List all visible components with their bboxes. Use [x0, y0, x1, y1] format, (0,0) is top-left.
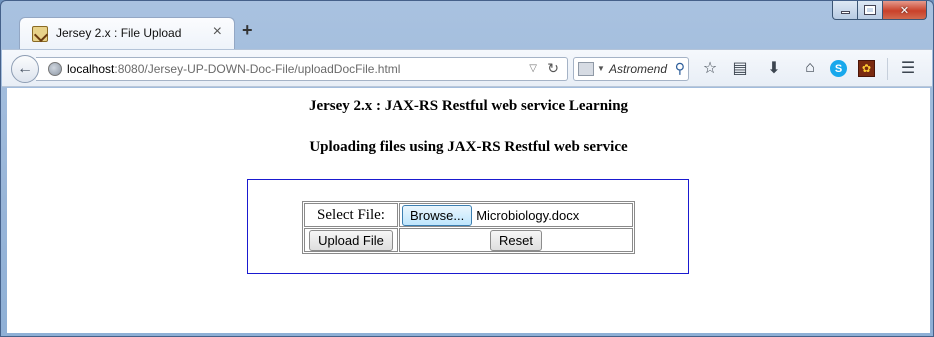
search-engine-icon[interactable] [578, 62, 594, 76]
search-input[interactable]: Astromend [609, 62, 667, 76]
navigation-toolbar: localhost:8080/Jersey-UP-DOWN-Doc-File/u… [2, 49, 932, 87]
page-heading: Jersey 2.x : JAX-RS Restful web service … [308, 98, 629, 114]
upload-cell: Upload File [304, 228, 398, 252]
file-select-row: Select File: Browse... Microbiology.docx [304, 203, 633, 227]
window-controls: ✕ [832, 1, 927, 21]
url-bar[interactable]: localhost:8080/Jersey-UP-DOWN-Doc-File/u… [36, 57, 568, 81]
search-bar[interactable]: ▼ Astromend ⚲ [573, 57, 689, 81]
window-close-icon: ✕ [899, 4, 910, 17]
globe-icon [48, 62, 62, 76]
search-magnifier-icon[interactable]: ⚲ [675, 60, 685, 77]
url-text: localhost:8080/Jersey-UP-DOWN-Doc-File/u… [67, 62, 400, 76]
page-content: Jersey 2.x : JAX-RS Restful web service … [7, 88, 930, 333]
url-host: localhost [67, 62, 115, 76]
selected-file-name: Microbiology.docx [476, 207, 580, 223]
reload-icon[interactable]: ↻ [547, 60, 559, 77]
file-input-cell: Browse... Microbiology.docx [399, 203, 633, 227]
toolbar-separator [887, 58, 888, 80]
page-subheading: Uploading files using JAX-RS Restful web… [309, 139, 628, 155]
upload-table: Select File: Browse... Microbiology.docx … [302, 201, 635, 254]
tab-title: Jersey 2.x : File Upload [56, 26, 182, 40]
reset-cell: Reset [399, 228, 633, 252]
skype-icon[interactable]: S [830, 60, 847, 77]
home-icon[interactable]: ⌂ [800, 58, 820, 78]
bookmark-star-icon[interactable]: ☆ [700, 58, 720, 78]
upload-form: Select File: Browse... Microbiology.docx … [247, 179, 689, 274]
back-arrow-icon: ← [17, 60, 33, 77]
url-dropdown-icon[interactable]: ▽ [529, 63, 537, 74]
addon-icon[interactable]: ✿ [858, 60, 875, 77]
reset-button[interactable]: Reset [490, 229, 542, 251]
window-close-button[interactable]: ✕ [883, 1, 927, 20]
minimize-icon [840, 11, 850, 14]
browser-window: Jersey 2.x : File Upload × + ✕ localhost… [0, 0, 934, 337]
java-favicon-icon [32, 26, 48, 42]
maximize-button[interactable] [858, 1, 883, 20]
tab-strip: Jersey 2.x : File Upload × + ✕ [1, 1, 933, 49]
browse-button[interactable]: Browse... [402, 204, 473, 226]
downloads-icon[interactable]: ⬇ [764, 58, 784, 78]
reading-list-icon[interactable]: ▤ [730, 58, 750, 78]
maximize-icon [864, 5, 876, 15]
new-tab-button[interactable]: + [242, 21, 253, 39]
search-engine-dropdown-icon[interactable]: ▼ [597, 64, 605, 73]
tab-close-icon[interactable]: × [213, 23, 222, 41]
upload-file-button[interactable]: Upload File [309, 229, 393, 251]
menu-icon[interactable]: ☰ [898, 58, 918, 78]
action-row: Upload File Reset [304, 228, 633, 252]
tab-file-upload[interactable]: Jersey 2.x : File Upload × [19, 17, 235, 49]
back-button[interactable]: ← [11, 55, 39, 83]
minimize-button[interactable] [832, 1, 858, 20]
select-file-label: Select File: [304, 203, 398, 227]
url-path: :8080/Jersey-UP-DOWN-Doc-File/uploadDocF… [114, 62, 401, 76]
